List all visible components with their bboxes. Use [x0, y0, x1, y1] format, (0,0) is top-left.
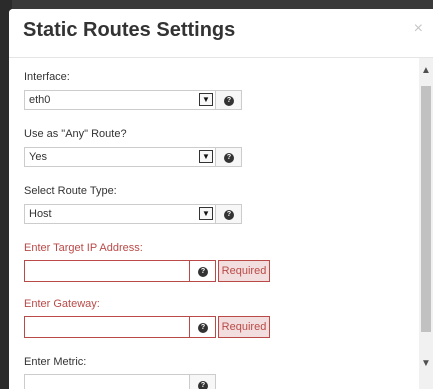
interface-label: Interface: [24, 71, 70, 83]
interface-field: Interface: eth0 ▼ ? [24, 71, 242, 110]
route-type-value: Host [29, 208, 52, 220]
question-circle-icon: ? [224, 210, 234, 220]
required-badge: Required [218, 260, 270, 282]
question-circle-icon: ? [224, 96, 234, 106]
gateway-field: Enter Gateway: ? Required [24, 298, 270, 338]
route-type-field: Select Route Type: Host ▼ ? [24, 185, 242, 224]
gateway-help-button[interactable]: ? [190, 316, 216, 338]
any-route-help-button[interactable]: ? [216, 147, 242, 167]
interface-value: eth0 [29, 94, 51, 106]
any-route-select[interactable]: Yes ▼ [24, 147, 216, 167]
target-ip-field: Enter Target IP Address: ? Required [24, 242, 270, 282]
metric-label: Enter Metric: [24, 356, 87, 368]
gateway-input[interactable] [24, 316, 190, 338]
route-type-label: Select Route Type: [24, 185, 117, 197]
any-route-label: Use as "Any" Route? [24, 128, 127, 140]
gateway-label: Enter Gateway: [24, 298, 100, 310]
chevron-down-icon[interactable]: ▼ [419, 357, 433, 371]
dialog-title: Static Routes Settings [23, 19, 236, 41]
interface-select[interactable]: eth0 ▼ [24, 90, 216, 110]
dialog-header: Static Routes Settings × [9, 9, 433, 58]
question-circle-icon: ? [198, 381, 208, 389]
scrollbar-thumb[interactable] [421, 86, 431, 332]
chevron-down-icon: ▼ [199, 207, 213, 220]
question-circle-icon: ? [198, 267, 208, 277]
route-type-help-button[interactable]: ? [216, 204, 242, 224]
required-badge: Required [218, 316, 270, 338]
any-route-field: Use as "Any" Route? Yes ▼ ? [24, 128, 242, 167]
metric-field: Enter Metric: ? [24, 356, 216, 389]
target-ip-help-button[interactable]: ? [190, 260, 216, 282]
question-circle-icon: ? [224, 153, 234, 163]
target-ip-input[interactable] [24, 260, 190, 282]
any-route-value: Yes [29, 151, 47, 163]
route-type-select[interactable]: Host ▼ [24, 204, 216, 224]
metric-help-button[interactable]: ? [190, 374, 216, 389]
question-circle-icon: ? [198, 323, 208, 333]
static-routes-dialog: Static Routes Settings × Interface: eth0… [9, 9, 433, 389]
dialog-scrollbar[interactable]: ▲ ▼ [419, 58, 433, 389]
interface-help-button[interactable]: ? [216, 90, 242, 110]
target-ip-label: Enter Target IP Address: [24, 242, 143, 254]
close-icon[interactable]: × [414, 21, 423, 37]
chevron-down-icon: ▼ [199, 93, 213, 106]
dialog-body: Interface: eth0 ▼ ? Use as "Any" Route? … [9, 58, 433, 389]
metric-input[interactable] [24, 374, 190, 389]
chevron-up-icon[interactable]: ▲ [419, 64, 433, 78]
chevron-down-icon: ▼ [199, 150, 213, 163]
